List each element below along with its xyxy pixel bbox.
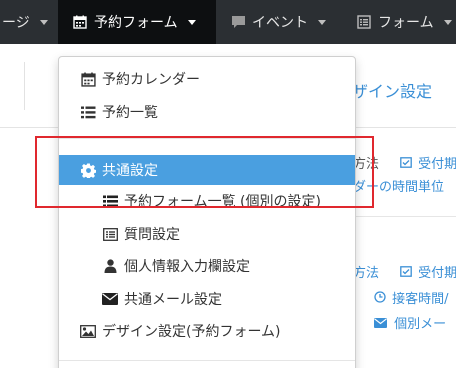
menu-item-label: 共通メール設定 bbox=[124, 292, 222, 308]
picture-icon bbox=[79, 323, 97, 339]
chevron-down-icon bbox=[318, 19, 326, 25]
nav-form[interactable]: フォーム bbox=[342, 0, 456, 44]
nav-page-menu[interactable]: ージ bbox=[0, 0, 58, 44]
highlight-box bbox=[35, 136, 374, 208]
menu-item-label: 予約一覧 bbox=[102, 105, 158, 121]
bg-accept-period-label: 受付期 bbox=[418, 157, 456, 172]
menu-item-question-settings[interactable]: 質問設定 bbox=[59, 219, 355, 249]
envelope-icon bbox=[374, 317, 390, 332]
nav-event[interactable]: イベント bbox=[218, 0, 340, 44]
calendar-check-icon bbox=[400, 156, 414, 172]
bg-accept-period-link-2[interactable]: 受付期 bbox=[400, 262, 456, 281]
list-alt-icon bbox=[356, 14, 372, 30]
page-tab-design-settings[interactable]: ザイン設定 bbox=[352, 78, 432, 102]
reservation-form-dropdown: 予約カレンダー 予約一覧 共通設定 予約フォーム一覧 (個別の設定) 質問設定 … bbox=[58, 56, 356, 368]
chevron-down-icon bbox=[443, 19, 452, 25]
clock-icon bbox=[374, 291, 388, 307]
menu-item-common-mail-settings[interactable]: 共通メール設定 bbox=[59, 284, 355, 314]
list-alt-icon bbox=[101, 226, 119, 242]
bg-individual-mail-link[interactable]: 個別メー bbox=[374, 313, 446, 332]
user-icon bbox=[101, 258, 119, 274]
menu-divider bbox=[59, 360, 355, 361]
menu-item-label: 質問設定 bbox=[124, 227, 180, 243]
menu-item-label: 予約カレンダー bbox=[102, 72, 200, 88]
chevron-down-icon bbox=[187, 19, 196, 25]
bg-accept-period-label-2: 受付期 bbox=[418, 266, 456, 281]
nav-event-label: イベント bbox=[252, 15, 308, 31]
menu-item-label: デザイン設定(予約フォーム) bbox=[102, 324, 281, 340]
chevron-down-icon bbox=[39, 19, 48, 25]
menu-item-reservation-list[interactable]: 予約一覧 bbox=[59, 97, 355, 127]
nav-reservation-form[interactable]: 予約フォーム bbox=[58, 0, 216, 44]
nav-page-label: ージ bbox=[2, 15, 30, 31]
list-icon bbox=[79, 104, 97, 120]
nav-form-label: フォーム bbox=[378, 15, 434, 31]
envelope-icon bbox=[101, 291, 119, 307]
menu-item-label: 個人情報入力欄設定 bbox=[124, 259, 250, 275]
calendar-icon bbox=[72, 14, 88, 30]
divider bbox=[340, 216, 456, 217]
menu-item-personal-info-fields[interactable]: 個人情報入力欄設定 bbox=[59, 251, 355, 281]
top-navbar: ージ 予約フォーム イベント フォーム bbox=[0, 0, 456, 44]
divider bbox=[24, 62, 25, 110]
bg-individual-mail-label: 個別メー bbox=[394, 317, 447, 332]
nav-reservation-form-label: 予約フォーム bbox=[94, 15, 178, 31]
menu-item-reservation-calendar[interactable]: 予約カレンダー bbox=[59, 64, 355, 94]
bg-service-time-link[interactable]: 接客時間/ bbox=[374, 288, 449, 307]
calendar-icon bbox=[79, 71, 97, 87]
comment-icon bbox=[230, 14, 246, 30]
bg-service-time-label: 接客時間/ bbox=[392, 292, 449, 307]
bg-accept-period-link[interactable]: 受付期 bbox=[400, 153, 456, 172]
menu-item-design-settings[interactable]: デザイン設定(予約フォーム) bbox=[59, 316, 355, 346]
calendar-check-icon bbox=[400, 265, 414, 281]
bg-method-text-2: 方法 bbox=[353, 266, 380, 281]
